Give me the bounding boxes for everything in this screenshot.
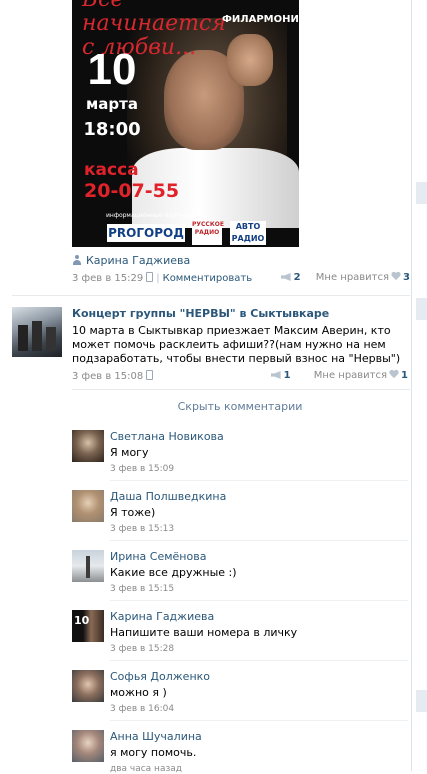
poster-venue: ФИЛАРМОНИЯ — [222, 14, 299, 25]
comment-separator — [110, 480, 408, 481]
comment-separator — [110, 540, 408, 541]
comment-separator — [110, 600, 408, 601]
heart-icon[interactable] — [391, 272, 401, 281]
avatar-text: 10 — [74, 614, 90, 627]
russkoe-radio-logo: РУССКОЕ РАДИО — [192, 221, 224, 245]
post-title-link[interactable]: Концерт группы "НЕРВЫ" в Сыктывкаре — [72, 307, 329, 320]
comment-item: Анна Шучалина я могу помочь. два часа на… — [72, 730, 408, 774]
like-count[interactable]: 1 — [401, 370, 408, 381]
comments-divider — [72, 389, 410, 390]
like-label[interactable]: Мне нравится — [316, 272, 389, 283]
poster-partner-logos: PROГОРОД РУССКОЕ РАДИО АВТО РАДИО — [72, 221, 299, 247]
avtoradio-logo: АВТО РАДИО — [230, 221, 266, 245]
avatar-tower — [86, 556, 90, 578]
comment-separator — [110, 660, 408, 661]
comment-item: 10 Карина Гаджиева Напишите ваши номера … — [72, 610, 408, 666]
share-megaphone-icon[interactable] — [280, 273, 291, 281]
commenter-name[interactable]: Светлана Новикова — [110, 430, 224, 443]
commenter-avatar[interactable] — [72, 550, 104, 582]
commenter-avatar[interactable] — [72, 490, 104, 522]
post-author-name[interactable]: Карина Гаджиева — [86, 254, 190, 267]
avatar-figure — [32, 321, 42, 351]
comment-text: я могу помочь. — [110, 746, 197, 759]
person-icon — [72, 255, 82, 265]
post-actions: 1 Мне нравится 1 — [270, 370, 408, 381]
comment-text: Какие все дружные :) — [110, 566, 237, 579]
commenter-name[interactable]: Анна Шучалина — [110, 730, 202, 743]
comment-time[interactable]: два часа назад — [110, 764, 182, 774]
commenter-name[interactable]: Карина Гаджиева — [110, 610, 214, 623]
commenter-avatar[interactable] — [72, 670, 104, 702]
post-author-link[interactable]: Карина Гаджиева — [72, 254, 190, 267]
side-tab[interactable] — [416, 298, 427, 320]
comment-time[interactable]: 3 фев в 16:04 — [110, 704, 174, 714]
meta-separator: | — [156, 273, 160, 284]
post-divider — [12, 295, 410, 296]
concert-poster-image[interactable]: Все начинается с любви... ФИЛАРМОНИЯ 10 … — [72, 0, 299, 247]
comment-time[interactable]: 3 фев в 15:13 — [110, 524, 174, 534]
comment-text: можно я ) — [110, 686, 167, 699]
group-avatar[interactable] — [12, 307, 62, 357]
mobile-phone-icon — [146, 370, 154, 380]
comment-item: Ирина Семёнова Какие все дружные :) 3 фе… — [72, 550, 408, 606]
comment-item: Светлана Новикова Я могу 3 фев в 15:09 — [72, 430, 408, 486]
comment-time[interactable]: 3 фев в 15:28 — [110, 644, 174, 654]
comment-text: Я могу — [110, 446, 149, 459]
comment-item: Даша Полшведкина Я тоже) 3 фев в 15:13 — [72, 490, 408, 546]
comment-item: Софья Долженко можно я ) 3 фев в 16:04 — [72, 670, 408, 726]
comment-text: Я тоже) — [110, 506, 156, 519]
poster-cursive-line1: Все начинается — [82, 0, 226, 36]
right-scroll-panel — [411, 0, 427, 771]
poster-kassa: касса — [84, 160, 139, 180]
avatar-figure — [18, 325, 28, 351]
side-tab[interactable] — [416, 690, 427, 712]
post-meta-row: 3 фев в 15:08 1 Мне нравится 1 — [72, 370, 408, 382]
poster-hand — [227, 34, 273, 86]
poster-partners-label: информационные партнеры: — [106, 212, 198, 219]
share-count[interactable]: 1 — [284, 370, 291, 381]
comment-time[interactable]: 3 фев в 15:09 — [110, 464, 174, 474]
poster-phone: 20-07-55 — [84, 180, 180, 202]
poster-month: марта — [86, 95, 138, 113]
mobile-phone-icon — [146, 272, 154, 282]
avatar-figure — [46, 327, 56, 351]
comment-link[interactable]: Комментировать — [163, 273, 253, 284]
post-text: 10 марта в Сыктывкар приезжает Максим Ав… — [72, 324, 401, 365]
post-date[interactable]: 3 фев в 15:08 — [72, 371, 143, 382]
comment-time[interactable]: 3 фев в 15:15 — [110, 584, 174, 594]
heart-icon[interactable] — [389, 370, 399, 379]
hide-comments-link[interactable]: Скрыть комментарии — [72, 400, 408, 413]
post-meta-row: 3 фев в 15:29 | Комментировать 2 Мне нрави… — [72, 272, 410, 284]
commenter-name[interactable]: Ирина Семёнова — [110, 550, 206, 563]
comment-separator — [110, 720, 408, 721]
like-label[interactable]: Мне нравится — [314, 370, 387, 381]
share-megaphone-icon[interactable] — [270, 371, 281, 379]
commenter-name[interactable]: Софья Долженко — [110, 670, 210, 683]
post-actions: 2 Мне нравится 3 — [280, 272, 410, 283]
comment-text: Напишите ваши номера в личку — [110, 626, 298, 639]
poster-time: 18:00 — [83, 119, 141, 140]
poster-day: 10 — [87, 45, 137, 94]
commenter-name[interactable]: Даша Полшведкина — [110, 490, 226, 503]
post-date[interactable]: 3 фев в 15:29 — [72, 273, 143, 284]
wall-post-poster: Все начинается с любви... ФИЛАРМОНИЯ 10 … — [12, 0, 410, 296]
side-tab[interactable] — [416, 182, 427, 204]
share-count[interactable]: 2 — [294, 272, 301, 283]
progorod-logo: PROГОРОД — [107, 224, 185, 242]
commenter-avatar[interactable] — [72, 430, 104, 462]
like-count[interactable]: 3 — [403, 272, 410, 283]
commenter-avatar[interactable] — [72, 730, 104, 762]
commenter-avatar[interactable]: 10 — [72, 610, 104, 642]
